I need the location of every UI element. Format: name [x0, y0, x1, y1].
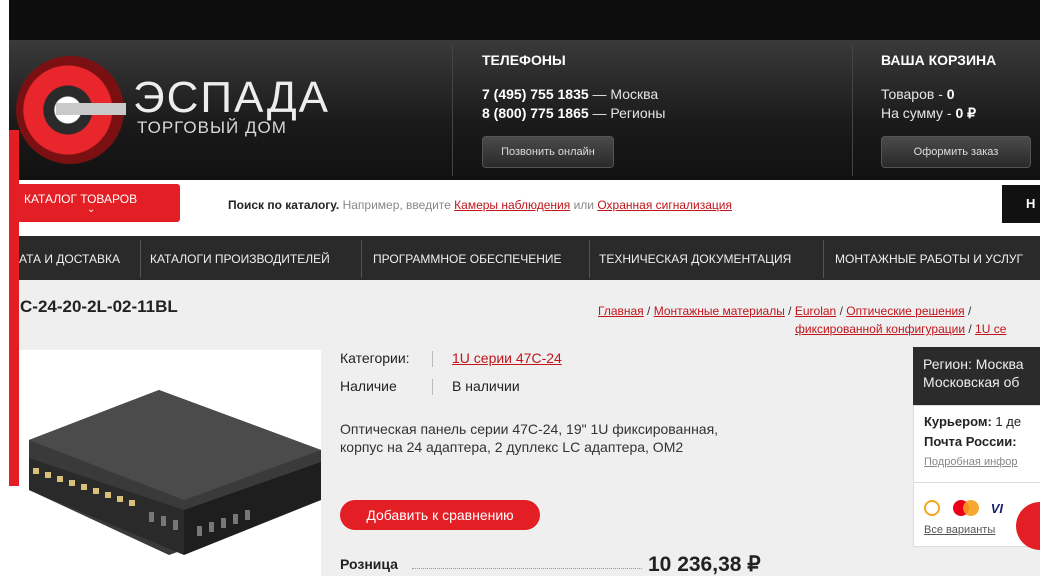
category-link[interactable]: 1U серии 47С-24	[452, 350, 562, 366]
search-bar[interactable]: Поиск по каталогу. Например, введите Кам…	[212, 185, 1002, 223]
phone-city: — Регионы	[592, 105, 666, 121]
cart-sum-label: На сумму -	[881, 105, 956, 121]
search-button[interactable]: Н	[1002, 185, 1040, 223]
breadcrumb-link[interactable]: Оптические решения	[846, 304, 964, 318]
search-hint: Например, введите	[339, 198, 455, 212]
search-title: Поиск по каталогу.	[228, 198, 340, 212]
courier-row: Курьером: 1 де	[924, 414, 1021, 429]
breadcrumb-link[interactable]: Главная	[598, 304, 644, 318]
header-divider	[452, 46, 453, 176]
all-payment-variants-link[interactable]: Все варианты	[924, 524, 995, 536]
call-online-button[interactable]: Позвонить онлайн	[482, 136, 614, 168]
phone-line-1: 7 (495) 755 1835 — Москва	[482, 86, 658, 102]
patch-panel-image	[29, 390, 321, 555]
nav-item-documentation[interactable]: ТЕХНИЧЕСКАЯ ДОКУМЕНТАЦИЯ	[599, 252, 791, 266]
nav-item-installation[interactable]: МОНТАЖНЫЕ РАБОТЫ И УСЛУГ	[835, 252, 1023, 266]
nav-divider	[361, 240, 362, 278]
nav-divider	[589, 240, 590, 278]
cart-sum: На сумму - 0 ₽	[881, 105, 976, 122]
search-or: или	[570, 198, 598, 212]
add-to-compare-button[interactable]: Добавить к сравнению	[340, 500, 540, 530]
main-nav: АТА И ДОСТАВКА КАТАЛОГИ ПРОИЗВОДИТЕЛЕЙ П…	[9, 236, 1040, 280]
header-divider	[852, 46, 853, 176]
price-label: Розница	[340, 556, 398, 572]
product-description: Оптическая панель серии 47С-24, 19" 1U ф…	[340, 421, 719, 455]
visa-icon: VI	[990, 500, 1003, 516]
cart-items: Товаров - 0	[881, 86, 955, 102]
breadcrumb: Главная / Монтажные материалы / Eurolan …	[598, 304, 1007, 336]
breadcrumb-link[interactable]: 1U се	[975, 322, 1006, 336]
payment-icon	[924, 500, 940, 516]
logo-name[interactable]: ЭСПАДА	[133, 76, 330, 120]
price-leader	[412, 568, 642, 569]
cart-items-value: 0	[946, 86, 955, 102]
region-selector[interactable]: Регион: Москва Московская об	[913, 347, 1040, 405]
logo-bar	[56, 103, 126, 115]
phone-line-2: 8 (800) 775 1865 — Регионы	[482, 105, 665, 121]
checkout-button[interactable]: Оформить заказ	[881, 136, 1031, 168]
region-line-2: Московская об	[923, 374, 1020, 390]
cart-items-label: Товаров -	[881, 86, 947, 102]
phones-title: ТЕЛЕФОНЫ	[482, 52, 566, 68]
side-scroll-indicator[interactable]	[9, 130, 19, 486]
search-example-link[interactable]: Охранная сигнализация	[597, 198, 732, 212]
breadcrumb-link[interactable]: Монтажные материалы	[654, 304, 785, 318]
meta-divider	[432, 351, 433, 367]
nav-item-delivery[interactable]: АТА И ДОСТАВКА	[19, 252, 120, 266]
delivery-divider	[914, 482, 1040, 483]
top-black-bar	[0, 0, 1040, 40]
cart-sum-value: 0 ₽	[955, 105, 977, 121]
search-button-label: Н	[1026, 196, 1036, 211]
price-value: 10 236,38 ₽	[648, 553, 761, 576]
phone-city: — Москва	[592, 86, 659, 102]
page-title: С-24-20-2L-02-11BL	[20, 297, 178, 316]
left-page-edge	[0, 0, 9, 576]
phone-number[interactable]: 8 (800) 775 1865	[482, 105, 589, 121]
chevron-down-icon: ⌄	[87, 204, 96, 215]
nav-divider	[140, 240, 141, 278]
delivery-details-link[interactable]: Подробная инфор	[924, 456, 1017, 468]
region-line-1: Регион: Москва	[923, 356, 1024, 372]
nav-divider	[823, 240, 824, 278]
phone-number[interactable]: 7 (495) 755 1835	[482, 86, 589, 102]
courier-value: 1 де	[991, 414, 1022, 429]
meta-divider	[432, 379, 433, 395]
cart-title: ВАША КОРЗИНА	[881, 52, 997, 68]
post-row: Почта России:	[924, 434, 1017, 449]
payment-icons: VI	[924, 500, 1003, 516]
breadcrumb-link[interactable]: Eurolan	[795, 304, 836, 318]
courier-label: Курьером:	[924, 414, 992, 429]
breadcrumb-link[interactable]: фиксированной конфигурации	[795, 322, 965, 336]
product-image[interactable]	[9, 350, 321, 576]
catalog-button[interactable]: КАТАЛОГ ТОВАРОВ ⌄	[9, 184, 180, 222]
mastercard-icon	[953, 500, 980, 516]
nav-item-software[interactable]: ПРОГРАММНОЕ ОБЕСПЕЧЕНИЕ	[373, 252, 562, 266]
availability-value: В наличии	[452, 378, 520, 394]
categories-label: Категории:	[340, 350, 410, 366]
availability-label: Наличие	[340, 378, 397, 394]
search-example-link[interactable]: Камеры наблюдения	[454, 198, 570, 212]
nav-item-manufacturers[interactable]: КАТАЛОГИ ПРОИЗВОДИТЕЛЕЙ	[150, 252, 330, 266]
catalog-button-label: КАТАЛОГ ТОВАРОВ	[24, 192, 138, 206]
post-label: Почта России:	[924, 434, 1017, 449]
logo-subtitle: ТОРГОВЫЙ ДОМ	[137, 118, 287, 137]
